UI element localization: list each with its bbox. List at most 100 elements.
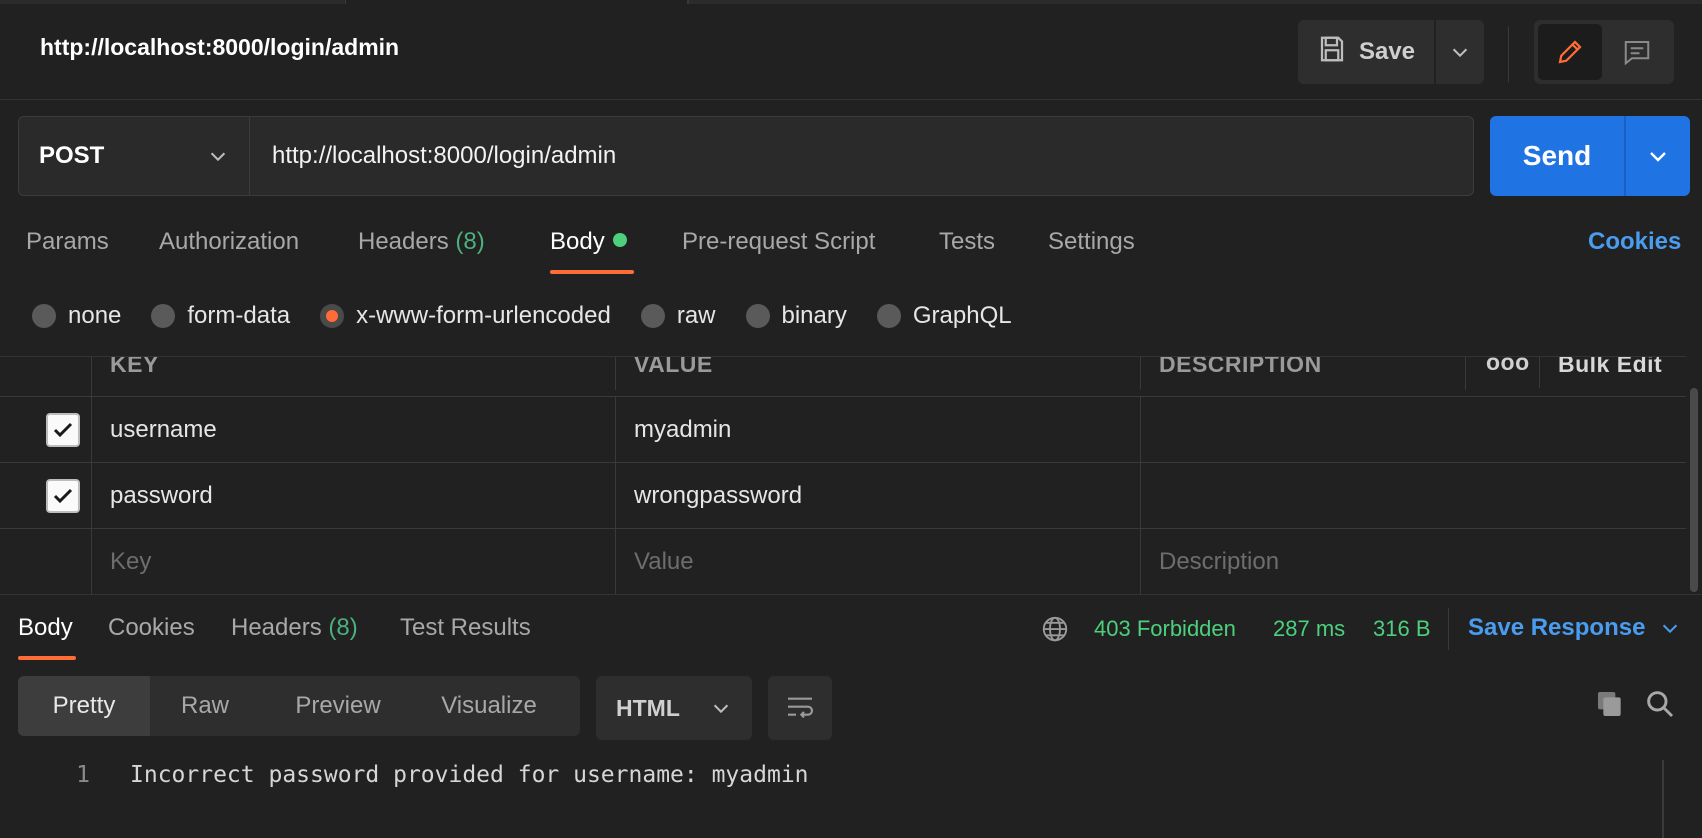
radio-raw[interactable]: raw	[640, 302, 716, 330]
row-checkbox[interactable]	[46, 412, 80, 447]
radio-button	[745, 304, 770, 328]
row-checkbox[interactable]	[46, 478, 80, 513]
comment-icon	[1624, 41, 1650, 66]
table-scrollbar[interactable]	[1690, 388, 1698, 592]
headers-count: (8)	[455, 228, 485, 255]
header-checkbox-col	[0, 357, 92, 396]
response-tab-cookies[interactable]: Cookies	[108, 614, 195, 642]
view-visualize-button[interactable]: Visualize	[416, 676, 562, 736]
send-dropdown-button[interactable]	[1626, 116, 1690, 196]
response-view-modes: Pretty Raw Preview Visualize	[18, 676, 580, 736]
radio-label: none	[68, 302, 122, 329]
url-input[interactable]: http://localhost:8000/login/admin	[249, 116, 1474, 196]
divider	[1508, 26, 1509, 82]
tab-settings[interactable]: Settings	[1048, 228, 1135, 256]
radio-button-selected	[320, 304, 345, 328]
response-headers-count: (8)	[328, 614, 358, 641]
params-table: KEY VALUE DESCRIPTION ooo Bulk Edit user…	[0, 356, 1686, 595]
tab-tests[interactable]: Tests	[939, 228, 995, 256]
description-placeholder[interactable]: Description	[1141, 529, 1686, 595]
method-select[interactable]: POST	[18, 116, 250, 196]
radio-label: form-data	[187, 302, 291, 329]
radio-form-data[interactable]: form-data	[151, 302, 290, 330]
editor-scrollbar[interactable]	[1662, 760, 1664, 838]
table-header-row: KEY VALUE DESCRIPTION ooo Bulk Edit	[0, 357, 1686, 397]
value-cell[interactable]: wrongpassword	[616, 463, 1141, 528]
method-label: POST	[39, 142, 105, 169]
row-checkbox-cell	[0, 463, 92, 528]
modified-indicator	[612, 233, 627, 247]
save-button[interactable]: Save	[1298, 20, 1434, 84]
response-body-text[interactable]: Incorrect password provided for username…	[130, 762, 809, 794]
checkmark-icon	[53, 488, 73, 503]
chevron-down-icon	[1452, 48, 1468, 58]
save-response-label: Save Response	[1468, 614, 1646, 641]
save-icon	[1317, 34, 1347, 71]
language-label: HTML	[616, 694, 680, 721]
key-cell[interactable]: username	[92, 397, 616, 462]
description-cell[interactable]	[1141, 463, 1686, 528]
copy-icon[interactable]	[1594, 688, 1626, 725]
tab-params[interactable]: Params	[26, 228, 109, 256]
more-options-icon[interactable]: ooo	[1466, 357, 1540, 388]
radio-button	[32, 304, 56, 328]
response-tab-headers[interactable]: Headers (8)	[231, 614, 358, 642]
value-placeholder[interactable]: Value	[616, 529, 1141, 595]
radio-binary[interactable]: binary	[745, 302, 847, 330]
save-label: Save	[1358, 38, 1416, 65]
comments-button[interactable]	[1604, 24, 1670, 80]
key-cell[interactable]: password	[92, 463, 616, 528]
request-title[interactable]: http://localhost:8000/login/admin	[40, 34, 399, 61]
header-key: KEY	[92, 357, 616, 390]
body-type-options: none form-data x-www-form-urlencoded raw…	[32, 300, 1042, 332]
search-icon[interactable]	[1644, 688, 1676, 725]
active-tab-indicator	[550, 270, 634, 274]
edit-mode-button[interactable]	[1538, 24, 1602, 80]
code-line: 1 Incorrect password provided for userna…	[0, 762, 1660, 794]
response-tab-body[interactable]: Body	[18, 614, 73, 642]
tab-body-label: Body	[550, 228, 605, 255]
radio-graphql[interactable]: GraphQL	[876, 302, 1012, 330]
value-cell[interactable]: myadmin	[616, 397, 1141, 462]
tab-body[interactable]: Body	[550, 228, 627, 256]
radio-button	[151, 304, 176, 328]
view-raw-button[interactable]: Raw	[150, 676, 260, 736]
table-row-new: Key Value Description	[0, 529, 1686, 595]
divider	[1448, 608, 1449, 650]
tab-pre-request-script[interactable]: Pre-request Script	[682, 228, 875, 256]
save-dropdown-button[interactable]	[1436, 20, 1484, 84]
chevron-down-icon	[713, 704, 729, 714]
header-value: VALUE	[616, 357, 1141, 390]
radio-label: raw	[676, 302, 716, 329]
response-time[interactable]: 287 ms	[1273, 616, 1345, 642]
radio-label: GraphQL	[912, 302, 1012, 329]
response-tab-test-results[interactable]: Test Results	[400, 614, 531, 642]
description-cell[interactable]	[1141, 397, 1686, 462]
radio-button	[640, 304, 665, 328]
bulk-edit-button[interactable]: Bulk Edit	[1540, 357, 1686, 390]
tab-authorization[interactable]: Authorization	[159, 228, 299, 256]
pencil-icon	[1558, 40, 1582, 64]
line-number: 1	[76, 762, 90, 788]
status-code[interactable]: 403 Forbidden	[1094, 616, 1236, 642]
chevron-down-icon	[210, 152, 226, 162]
radio-none[interactable]: none	[32, 302, 121, 330]
globe-icon[interactable]	[1040, 614, 1070, 649]
view-pretty-button[interactable]: Pretty	[18, 676, 150, 736]
save-response-button[interactable]: Save Response	[1468, 614, 1681, 642]
table-row: username myadmin	[0, 397, 1686, 463]
header-description: DESCRIPTION	[1141, 357, 1466, 390]
send-button[interactable]: Send	[1490, 116, 1624, 196]
key-placeholder[interactable]: Key	[92, 529, 616, 595]
cookies-link[interactable]: Cookies	[1588, 228, 1681, 256]
wrap-lines-button[interactable]	[768, 676, 832, 740]
view-preview-button[interactable]: Preview	[260, 676, 416, 736]
radio-label: x-www-form-urlencoded	[356, 302, 611, 329]
response-size[interactable]: 316 B	[1373, 616, 1431, 642]
row-checkbox-cell	[0, 529, 92, 595]
radio-x-www-form-urlencoded[interactable]: x-www-form-urlencoded	[320, 302, 611, 330]
language-select[interactable]: HTML	[596, 676, 752, 740]
tab-headers-label: Headers	[358, 228, 449, 255]
tab-headers[interactable]: Headers (8)	[358, 228, 485, 256]
table-row: password wrongpassword	[0, 463, 1686, 529]
